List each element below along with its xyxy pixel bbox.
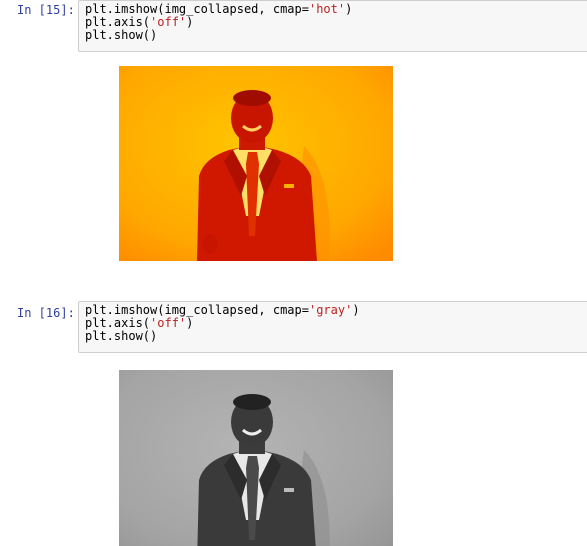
code-line: plt.show() <box>85 329 158 343</box>
notebook-page: In [15]: plt.imshow(img_collapsed, cmap=… <box>0 0 587 546</box>
cell-prompt-16: In [16]: <box>17 306 75 320</box>
code-cell-15[interactable]: plt.imshow(img_collapsed, cmap='hot') pl… <box>78 0 587 52</box>
cell-prompt-15: In [15]: <box>17 3 75 17</box>
code-line: plt.axis('off') <box>85 316 194 330</box>
output-image-gray <box>119 370 393 546</box>
code-line: plt.show() <box>85 28 158 42</box>
code-cell-16[interactable]: plt.imshow(img_collapsed, cmap='gray') p… <box>78 301 587 353</box>
portrait-image-hot <box>119 66 393 261</box>
code-line: plt.axis('off') <box>85 15 194 29</box>
portrait-image-gray <box>119 370 393 546</box>
output-image-hot <box>119 66 393 261</box>
